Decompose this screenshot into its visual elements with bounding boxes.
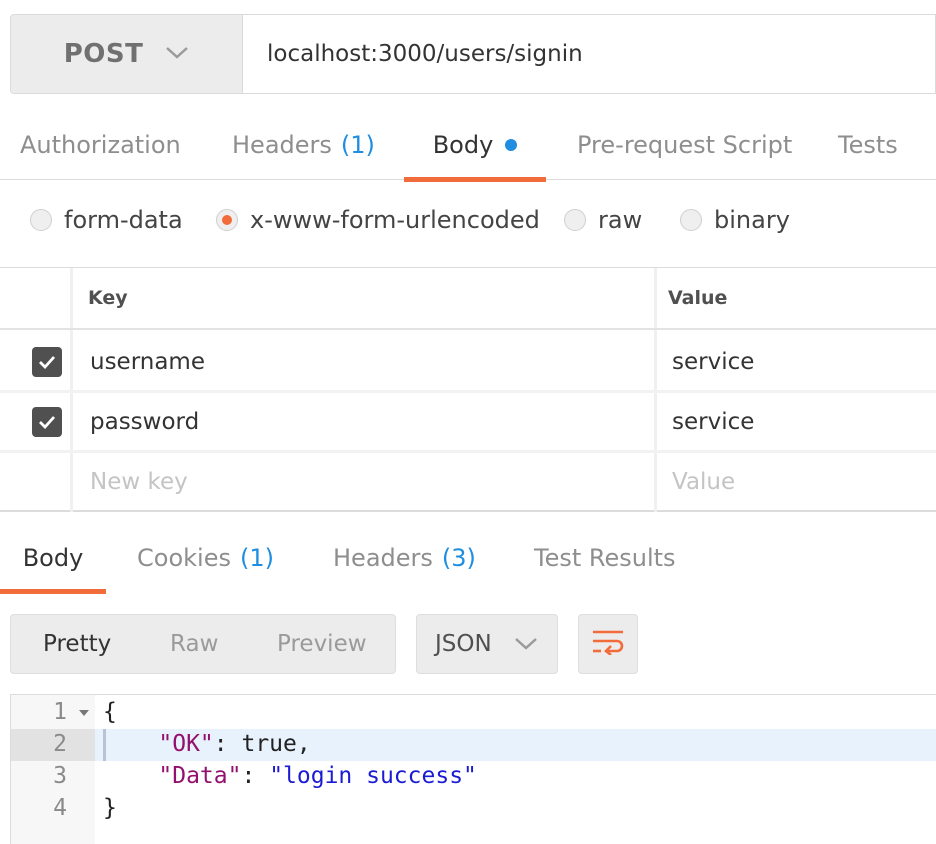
cookies-count-badge: (1) <box>239 544 274 572</box>
checkmark-icon <box>32 407 62 437</box>
key-field[interactable]: password <box>90 392 199 452</box>
code-text: { <box>103 699 117 725</box>
request-tabs: Authorization Headers (1) Body Pre-reque… <box>0 110 936 182</box>
tab-label: Test Results <box>534 544 676 572</box>
wrap-lines-button[interactable] <box>578 614 638 674</box>
active-tab-underline <box>0 589 106 594</box>
body-type-selector: form-data x-www-form-urlencoded raw bina… <box>0 180 936 268</box>
chevron-down-icon <box>514 631 538 657</box>
row-checkbox[interactable] <box>32 392 62 452</box>
radio-circle-icon <box>30 209 52 231</box>
key-field[interactable]: username <box>90 332 205 392</box>
response-tab-body[interactable]: Body <box>0 524 106 594</box>
radio-label: x-www-form-urlencoded <box>250 206 540 234</box>
url-bar: POST localhost:3000/users/signin <box>10 14 936 94</box>
method-label: POST <box>63 39 144 69</box>
line-number: 3 <box>53 763 67 789</box>
new-value-input[interactable]: Value <box>672 452 735 512</box>
method-dropdown[interactable]: POST <box>11 15 243 93</box>
body-modified-dot-icon <box>505 139 518 151</box>
radio-label: raw <box>598 206 643 234</box>
line-number-cell: 1 <box>11 697 95 729</box>
new-param-row: New key Value <box>0 452 936 512</box>
line-number: 1 <box>53 699 67 725</box>
table-row: username service <box>0 332 936 392</box>
tab-label: Headers <box>333 544 433 572</box>
format-preview-button[interactable]: Preview <box>277 631 367 657</box>
code-text: } <box>103 795 117 821</box>
radio-binary[interactable]: binary <box>680 180 790 260</box>
value-column-header: Value <box>668 287 728 309</box>
tab-headers[interactable]: Headers (1) <box>232 110 375 180</box>
tab-label: Tests <box>838 131 898 159</box>
checkmark-icon <box>32 347 62 377</box>
code-line: 1 { <box>11 697 936 729</box>
response-tabs: Body Cookies (1) Headers (3) Test Result… <box>0 524 936 594</box>
tab-label: Headers <box>232 131 332 159</box>
table-row: password service <box>0 392 936 452</box>
line-number-cell: 2 <box>11 729 95 761</box>
response-tab-test-results[interactable]: Test Results <box>534 524 676 592</box>
line-number-cell: 3 <box>11 761 95 793</box>
response-tab-cookies[interactable]: Cookies (1) <box>137 524 274 592</box>
code-line: 3 "Data": "login success" <box>11 761 936 793</box>
json-string-value: "login success" <box>269 763 477 789</box>
tab-body[interactable]: Body <box>404 110 546 182</box>
tab-label: Body <box>432 131 494 159</box>
code-line-active: 2 "OK": true, <box>11 729 936 761</box>
value-field[interactable]: service <box>672 392 754 452</box>
radio-form-data[interactable]: form-data <box>30 180 183 260</box>
line-number: 2 <box>53 731 67 757</box>
code-text: "Data": "login success" <box>103 763 477 789</box>
key-column-header: Key <box>88 287 128 309</box>
radio-raw[interactable]: raw <box>564 180 642 260</box>
format-raw-button[interactable]: Raw <box>170 631 218 657</box>
radio-selected-icon <box>216 209 238 231</box>
fold-arrow-icon[interactable] <box>79 710 89 716</box>
tab-label: Authorization <box>20 131 181 159</box>
chevron-down-icon <box>165 45 189 64</box>
response-tab-headers[interactable]: Headers (3) <box>333 524 476 592</box>
table-header-row: Key Value <box>0 268 936 330</box>
tab-label: Cookies <box>137 544 231 572</box>
format-pretty-button[interactable]: Pretty <box>43 631 111 657</box>
json-value: true, <box>241 731 311 757</box>
params-table: Key Value username service password serv… <box>0 268 936 512</box>
url-input[interactable]: localhost:3000/users/signin <box>243 15 935 93</box>
radio-circle-icon <box>680 209 702 231</box>
headers-count-badge: (1) <box>340 131 375 159</box>
code-text: "OK": true, <box>103 731 311 757</box>
row-checkbox[interactable] <box>32 332 62 392</box>
json-key: "OK" <box>158 731 214 757</box>
json-separator: : <box>213 731 242 757</box>
tab-label: Pre-request Script <box>577 131 793 159</box>
tab-authorization[interactable]: Authorization <box>20 110 181 180</box>
new-key-input[interactable]: New key <box>90 452 188 512</box>
language-label: JSON <box>435 631 492 657</box>
radio-label: form-data <box>64 206 183 234</box>
value-field[interactable]: service <box>672 332 754 392</box>
response-headers-count-badge: (3) <box>441 544 476 572</box>
format-toggle-group: Pretty Raw Preview <box>10 614 396 674</box>
tab-tests[interactable]: Tests <box>838 110 898 180</box>
radio-x-www-form-urlencoded[interactable]: x-www-form-urlencoded <box>216 180 540 260</box>
code-line: 4 } <box>11 793 936 825</box>
json-key: "Data" <box>158 763 242 789</box>
language-select[interactable]: JSON <box>416 614 558 674</box>
url-text: localhost:3000/users/signin <box>267 41 583 67</box>
line-number-cell: 4 <box>11 793 95 825</box>
line-number: 4 <box>53 795 67 821</box>
wrap-lines-icon <box>591 629 625 659</box>
tab-pre-request-script[interactable]: Pre-request Script <box>577 110 792 180</box>
response-body-viewer[interactable]: 1 { 2 "OK": true, 3 "Data": "login succe… <box>10 694 936 844</box>
tab-label: Body <box>22 544 84 572</box>
radio-label: binary <box>714 206 790 234</box>
json-separator: : <box>241 763 270 789</box>
radio-circle-icon <box>564 209 586 231</box>
